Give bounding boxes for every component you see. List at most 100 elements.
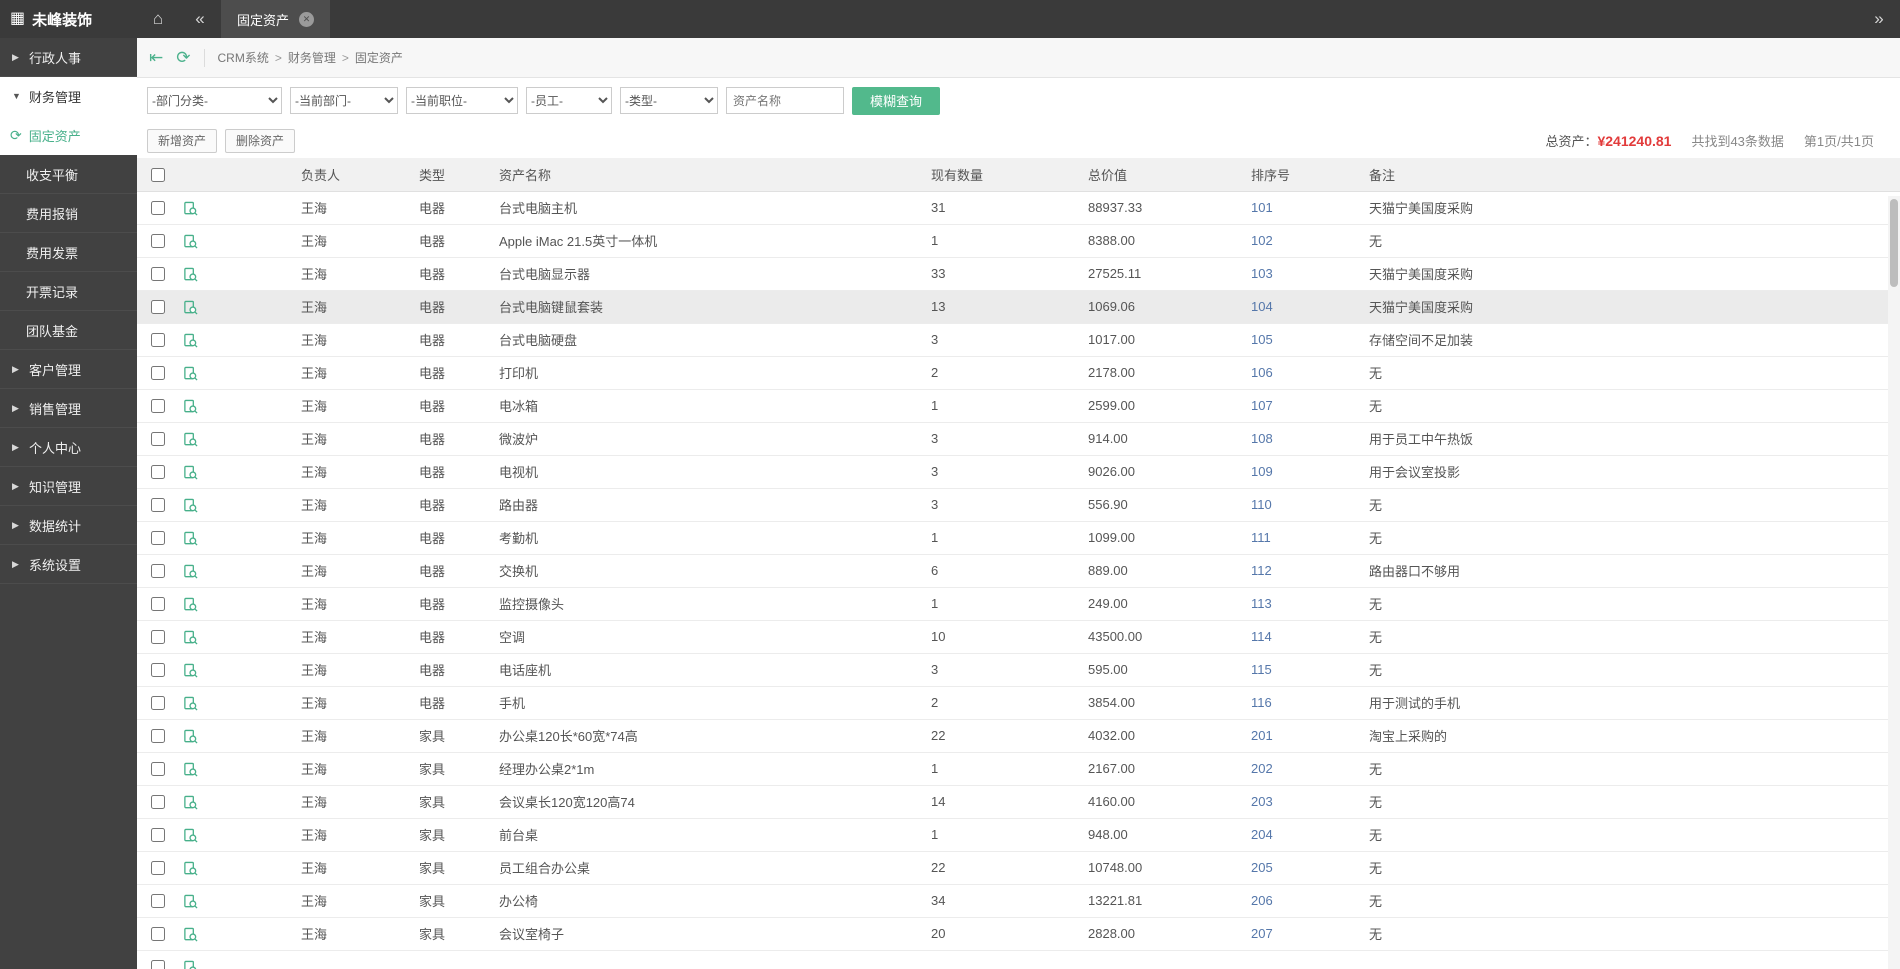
row-checkbox[interactable]	[151, 729, 165, 744]
tab-fixed-assets[interactable]: 固定资产 ✕	[221, 0, 331, 38]
row-checkbox[interactable]	[151, 696, 165, 711]
row-checkbox[interactable]	[151, 333, 165, 348]
row-checkbox[interactable]	[151, 564, 165, 579]
table-row: 王海 电器 考勤机 1 1099.00 111 无	[137, 521, 1900, 555]
sidebar-item-客户管理[interactable]: ▶ 客户管理	[0, 350, 137, 389]
cell-owner: 王海	[295, 224, 413, 258]
view-asset-icon[interactable]	[183, 431, 198, 447]
cell-owner: 王海	[295, 389, 413, 423]
sidebar-item-费用发票[interactable]: 费用发票	[0, 233, 137, 272]
row-checkbox[interactable]	[151, 498, 165, 513]
cell-sort-number: 116	[1245, 686, 1363, 720]
cell-note: 无	[1363, 587, 1900, 621]
row-checkbox[interactable]	[151, 861, 165, 876]
view-asset-icon[interactable]	[183, 365, 198, 381]
row-checkbox[interactable]	[151, 399, 165, 414]
home-button[interactable]: ⌂	[137, 0, 179, 38]
sidebar-item-个人中心[interactable]: ▶ 个人中心	[0, 428, 137, 467]
vertical-scrollbar[interactable]	[1888, 196, 1900, 969]
table-row: 王海 家具 会议室椅子 20 2828.00 207 无	[137, 917, 1900, 951]
view-asset-icon[interactable]	[183, 695, 198, 711]
row-checkbox[interactable]	[151, 300, 165, 315]
view-asset-icon[interactable]	[183, 926, 198, 942]
chevron-right-icon: ▶	[12, 441, 19, 452]
view-asset-icon[interactable]	[183, 860, 198, 876]
row-checkbox[interactable]	[151, 234, 165, 249]
filter-select-4[interactable]: -类型-	[620, 87, 718, 114]
row-checkbox[interactable]	[151, 267, 165, 282]
row-checkbox[interactable]	[151, 630, 165, 645]
sidebar-item-行政人事[interactable]: ▶ 行政人事	[0, 38, 137, 77]
filter-select-2[interactable]: -当前职位-	[406, 87, 518, 114]
delete-asset-button[interactable]: 删除资产	[225, 128, 296, 153]
sidebar-item-固定资产[interactable]: ⟳ 固定资产	[0, 116, 137, 155]
row-checkbox[interactable]	[151, 927, 165, 942]
breadcrumb-item[interactable]: 固定资产	[355, 49, 403, 66]
row-checkbox[interactable]	[151, 201, 165, 216]
collapse-sidebar-icon[interactable]: ⇤	[149, 49, 163, 66]
view-asset-icon[interactable]	[183, 497, 198, 513]
cell-owner: 王海	[295, 554, 413, 588]
row-checkbox[interactable]	[151, 531, 165, 546]
row-checkbox[interactable]	[151, 795, 165, 810]
sidebar-item-知识管理[interactable]: ▶ 知识管理	[0, 467, 137, 506]
sidebar-item-财务管理[interactable]: ▼ 财务管理	[0, 77, 137, 116]
view-asset-icon[interactable]	[183, 200, 198, 216]
breadcrumb-item[interactable]: 财务管理	[288, 49, 336, 66]
row-checkbox[interactable]	[151, 960, 165, 969]
refresh-icon[interactable]: ⟳	[176, 49, 190, 66]
select-all-checkbox[interactable]	[151, 168, 165, 183]
cell-owner: 王海	[295, 851, 413, 885]
view-asset-icon[interactable]	[183, 893, 198, 909]
cell-quantity: 6	[925, 554, 1082, 588]
sidebar-item-数据统计[interactable]: ▶ 数据统计	[0, 506, 137, 545]
filter-select-3[interactable]: -员工-	[526, 87, 612, 114]
view-asset-icon[interactable]	[183, 530, 198, 546]
view-asset-icon[interactable]	[183, 266, 198, 282]
row-checkbox[interactable]	[151, 828, 165, 843]
cell-asset-name: 电话座机	[493, 653, 925, 687]
row-checkbox[interactable]	[151, 432, 165, 447]
row-checkbox[interactable]	[151, 465, 165, 480]
filter-select-1[interactable]: -当前部门-	[290, 87, 398, 114]
sidebar-item-团队基金[interactable]: 团队基金	[0, 311, 137, 350]
view-asset-icon[interactable]	[183, 596, 198, 612]
scrollbar-thumb[interactable]	[1890, 199, 1898, 287]
sidebar-item-收支平衡[interactable]: 收支平衡	[0, 155, 137, 194]
tabs-scroll-right-button[interactable]: »	[1858, 0, 1900, 38]
row-checkbox[interactable]	[151, 762, 165, 777]
row-checkbox[interactable]	[151, 663, 165, 678]
tab-close-icon[interactable]: ✕	[299, 11, 315, 27]
cell-quantity: 1	[925, 521, 1082, 555]
row-checkbox[interactable]	[151, 366, 165, 381]
add-asset-button[interactable]: 新增资产	[147, 128, 218, 153]
view-asset-icon[interactable]	[183, 794, 198, 810]
view-asset-icon[interactable]	[183, 662, 198, 678]
asset-name-input[interactable]	[726, 87, 844, 114]
view-asset-icon[interactable]	[183, 959, 198, 969]
tabs-scroll-left-button[interactable]: «	[179, 0, 221, 38]
filter-select-0[interactable]: -部门分类-	[147, 87, 282, 114]
view-asset-icon[interactable]	[183, 398, 198, 414]
cell-sort-number: 104	[1245, 290, 1363, 324]
fuzzy-query-button[interactable]: 模糊查询	[852, 86, 941, 115]
sidebar-item-费用报销[interactable]: 费用报销	[0, 194, 137, 233]
view-asset-icon[interactable]	[183, 299, 198, 315]
view-asset-icon[interactable]	[183, 827, 198, 843]
view-asset-icon[interactable]	[183, 761, 198, 777]
row-checkbox[interactable]	[151, 894, 165, 909]
view-asset-icon[interactable]	[183, 629, 198, 645]
cell-note: 无	[1363, 521, 1900, 555]
sidebar-item-开票记录[interactable]: 开票记录	[0, 272, 137, 311]
view-asset-icon[interactable]	[183, 464, 198, 480]
assets-table-wrapper: 负责人 类型 资产名称 现有数量 总价值 排序号 备注 王海 电器 台式电脑主机 31 88937.…	[137, 158, 1900, 969]
sidebar-item-系统设置[interactable]: ▶ 系统设置	[0, 545, 137, 584]
sidebar-item-销售管理[interactable]: ▶ 销售管理	[0, 389, 137, 428]
view-asset-icon[interactable]	[183, 563, 198, 579]
view-asset-icon[interactable]	[183, 233, 198, 249]
chevron-right-icon: ▶	[12, 558, 19, 569]
view-asset-icon[interactable]	[183, 332, 198, 348]
view-asset-icon[interactable]	[183, 728, 198, 744]
row-checkbox[interactable]	[151, 597, 165, 612]
